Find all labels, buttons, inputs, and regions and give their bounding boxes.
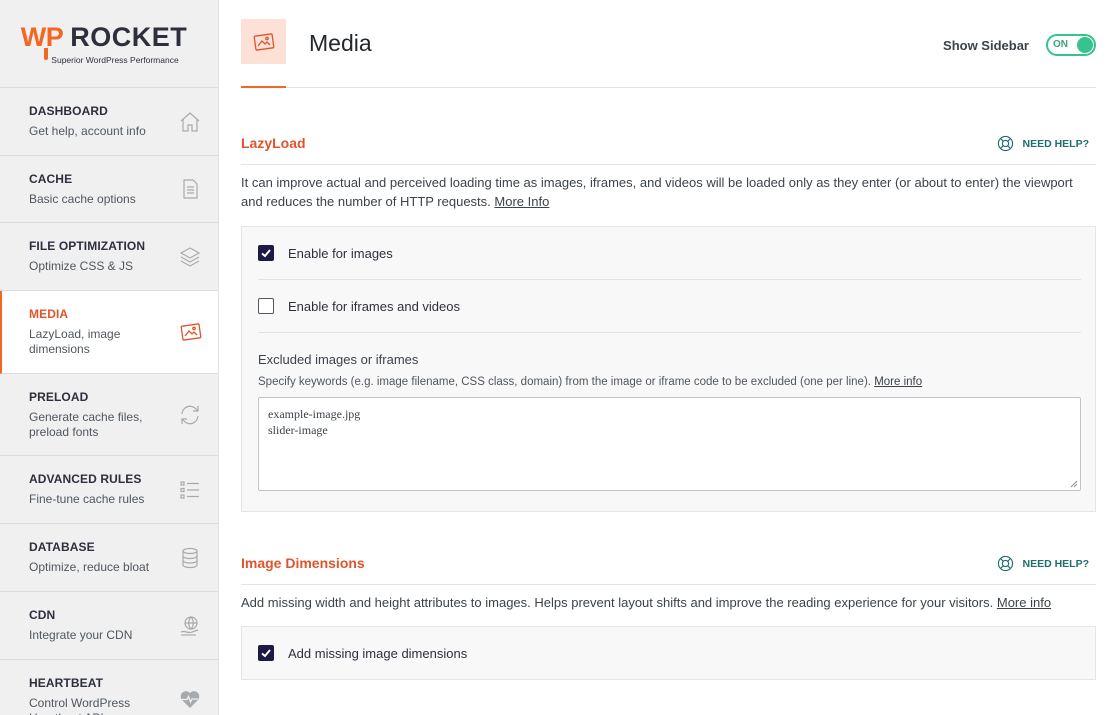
option-add-dimensions: Add missing image dimensions: [258, 627, 1081, 679]
section-description: Add missing width and height attributes …: [241, 593, 1096, 612]
database-icon: [182, 547, 198, 568]
logo-wp-text: WP: [20, 22, 64, 52]
need-help-link[interactable]: NEED HELP?: [997, 135, 1089, 152]
cdn-icon: [180, 615, 199, 636]
sidebar-item-heartbeat[interactable]: HEARTBEAT Control WordPress Heartbeat AP…: [0, 660, 218, 715]
toggle-state-text: ON: [1053, 39, 1068, 50]
need-help-label: NEED HELP?: [1022, 137, 1089, 150]
lifebuoy-icon: [998, 135, 1014, 152]
sidebar-item-title: DASHBOARD: [29, 104, 108, 118]
need-help-link[interactable]: NEED HELP?: [997, 555, 1089, 572]
resize-handle-icon[interactable]: [1070, 480, 1078, 488]
need-help-label: NEED HELP?: [1022, 557, 1089, 570]
sidebar-item-cdn[interactable]: CDN Integrate your CDN: [0, 592, 218, 660]
more-info-link[interactable]: More Info: [494, 194, 549, 209]
lazyload-options-panel: Enable for images Enable for iframes and…: [241, 226, 1096, 512]
excluded-field-desc: Specify keywords (e.g. image filename, C…: [258, 376, 1081, 388]
main-content: Media Show Sidebar ON LazyLoad NEED HELP…: [241, 0, 1096, 680]
logo-tagline: Superior WordPress Performance: [51, 55, 179, 65]
sidebar-item-desc: Optimize CSS & JS: [29, 259, 134, 273]
section-title: Image Dimensions: [241, 555, 365, 571]
home-icon: [180, 111, 200, 132]
lifebuoy-icon: [998, 555, 1014, 572]
enable-iframes-checkbox[interactable]: [258, 298, 274, 314]
image-dimensions-section: Image Dimensions NEED HELP? Add missing …: [241, 555, 1096, 680]
sidebar-item-title: CDN: [29, 608, 56, 622]
lazyload-desc-text: It can improve actual and perceived load…: [241, 175, 1073, 209]
toggle-knob: [1077, 37, 1093, 53]
more-info-link[interactable]: More info: [997, 595, 1051, 610]
lazyload-section: LazyLoad NEED HELP? It can improve actua…: [241, 135, 1096, 512]
media-header-icon: [241, 19, 286, 64]
logo-rocket-text: ROCKET: [70, 22, 188, 52]
dimensions-options-panel: Add missing image dimensions: [241, 626, 1096, 680]
refresh-icon: [181, 405, 199, 424]
file-icon: [183, 179, 198, 199]
excluded-keywords-textarea[interactable]: example-image.jpg slider-image: [258, 397, 1081, 491]
excluded-more-info-link[interactable]: More info: [874, 376, 922, 388]
page-title: Media: [309, 30, 372, 56]
sidebar-item-desc: LazyLoad, image dimensions: [29, 327, 121, 356]
add-dimensions-label[interactable]: Add missing image dimensions: [288, 646, 467, 661]
enable-images-label[interactable]: Enable for images: [288, 246, 393, 261]
sidebar-item-desc: Optimize, reduce bloat: [29, 560, 150, 574]
list-icon: [180, 480, 199, 499]
textarea-line: slider-image: [268, 423, 328, 437]
textarea-line: example-image.jpg: [268, 407, 361, 421]
sidebar-item-cache[interactable]: CACHE Basic cache options: [0, 156, 218, 223]
sidebar-item-title: MEDIA: [29, 307, 69, 321]
sidebar-item-media[interactable]: MEDIA LazyLoad, image dimensions: [0, 291, 218, 374]
image-icon: [180, 323, 202, 341]
sidebar-item-desc: Control WordPress Heartbeat API: [29, 696, 131, 715]
show-sidebar-label: Show Sidebar: [943, 38, 1029, 53]
sidebar-item-preload[interactable]: PRELOAD Generate cache files, preload fo…: [0, 374, 218, 456]
sidebar-item-desc: Basic cache options: [29, 192, 136, 206]
sidebar-item-title: HEARTBEAT: [29, 676, 104, 690]
sidebar-item-title: PRELOAD: [29, 390, 89, 404]
section-description: It can improve actual and perceived load…: [241, 173, 1096, 211]
sidebar-item-title: CACHE: [29, 172, 73, 186]
sidebar-item-dashboard[interactable]: DASHBOARD Get help, account info: [0, 88, 218, 156]
dimensions-desc-text: Add missing width and height attributes …: [241, 595, 994, 610]
checkmark-icon: [261, 249, 271, 258]
sidebar: WP ROCKET Superior WordPress Performance…: [0, 0, 219, 715]
heart-icon: [180, 691, 200, 708]
enable-images-checkbox[interactable]: [258, 245, 274, 261]
sidebar-item-desc: Generate cache files, preload fonts: [29, 410, 143, 439]
page-header: Media Show Sidebar ON: [241, 0, 1096, 88]
excluded-field-label: Excluded images or iframes: [258, 352, 419, 367]
sidebar-item-title: DATABASE: [29, 540, 95, 554]
rocket-flame-icon: [44, 48, 48, 60]
option-enable-iframes: Enable for iframes and videos: [258, 280, 1081, 333]
sidebar-item-title: FILE OPTIMIZATION: [29, 239, 146, 253]
add-dimensions-checkbox[interactable]: [258, 645, 274, 661]
wp-rocket-logo[interactable]: WP ROCKET Superior WordPress Performance: [0, 0, 218, 88]
lazyload-section-header: LazyLoad NEED HELP?: [241, 135, 1096, 165]
sidebar-item-title: ADVANCED RULES: [29, 472, 142, 486]
dimensions-section-header: Image Dimensions NEED HELP?: [241, 555, 1096, 585]
checkmark-icon: [261, 649, 271, 658]
show-sidebar-toggle[interactable]: ON: [1046, 34, 1096, 56]
layers-icon: [179, 246, 201, 267]
sidebar-item-desc: Get help, account info: [29, 124, 146, 138]
enable-iframes-label[interactable]: Enable for iframes and videos: [288, 299, 460, 314]
sidebar-item-file-optimization[interactable]: FILE OPTIMIZATION Optimize CSS & JS: [0, 223, 218, 291]
sidebar-item-advanced-rules[interactable]: ADVANCED RULES Fine-tune cache rules: [0, 456, 218, 524]
sidebar-item-desc: Integrate your CDN: [29, 628, 133, 642]
sidebar-item-database[interactable]: DATABASE Optimize, reduce bloat: [0, 524, 218, 592]
section-title: LazyLoad: [241, 135, 306, 151]
option-enable-images: Enable for images: [258, 227, 1081, 280]
sidebar-item-desc: Fine-tune cache rules: [29, 492, 145, 506]
header-accent-underline: [241, 86, 286, 88]
excluded-desc-text: Specify keywords (e.g. image filename, C…: [258, 376, 871, 388]
